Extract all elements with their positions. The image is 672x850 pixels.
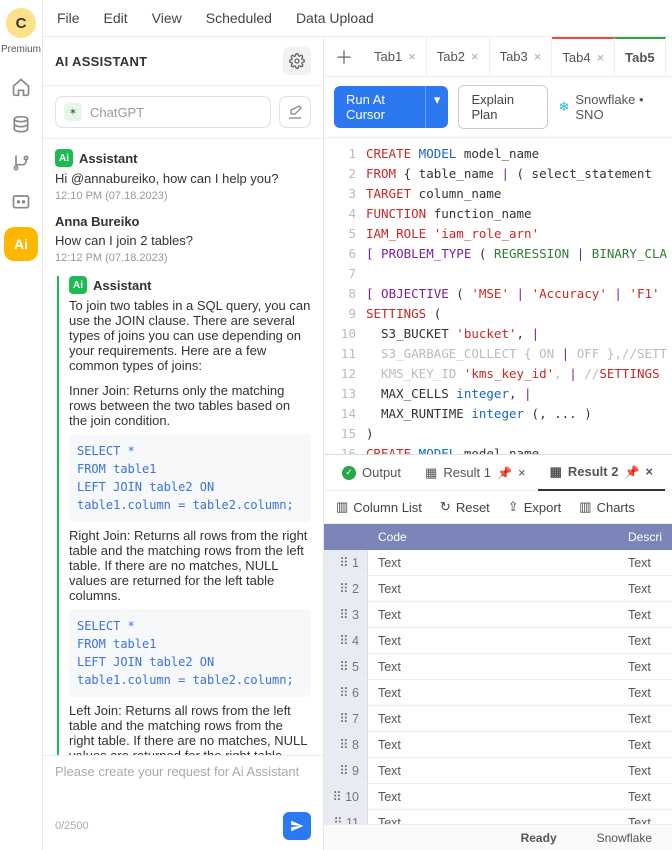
reset-button[interactable]: ↻ Reset xyxy=(440,499,490,515)
close-icon[interactable]: × xyxy=(471,49,479,64)
message-author: Assistant xyxy=(79,151,138,166)
table-row[interactable]: ⠿ 4TextText xyxy=(324,628,672,654)
code-editor[interactable]: 1CREATE MODEL model_name2FROM { table_na… xyxy=(324,138,672,454)
table-row[interactable]: ⠿ 1TextText xyxy=(324,550,672,576)
tab-1[interactable]: Tab1× xyxy=(364,37,427,77)
left-rail: C Premium Ai xyxy=(0,0,43,850)
message-text: To join two tables in a SQL query, you c… xyxy=(69,298,311,373)
results-panel: ✓Output ▦Result 1📌× ▦Result 2📌× ▥ Column… xyxy=(324,454,672,824)
chatgpt-icon: ✶ xyxy=(64,103,82,121)
column-header-descr[interactable]: Descri xyxy=(618,530,672,544)
table-row[interactable]: ⠿ 6TextText xyxy=(324,680,672,706)
code-block: SELECT * FROM table1 LEFT JOIN table2 ON… xyxy=(69,609,311,697)
editor-pane: ＋ Tab1× Tab2× Tab3× Tab4× Tab5 Run At Cu… xyxy=(324,37,672,850)
close-icon[interactable]: × xyxy=(597,50,605,65)
editor-tabs: ＋ Tab1× Tab2× Tab3× Tab4× Tab5 xyxy=(324,37,672,77)
message-author: Anna Bureiko xyxy=(55,214,140,229)
column-header-code[interactable]: Code xyxy=(368,530,618,544)
new-tab-button[interactable]: ＋ xyxy=(324,44,364,70)
export-button[interactable]: ⇪ Export xyxy=(508,499,561,515)
assistant-title: AI ASSISTANT xyxy=(55,54,147,69)
table-row[interactable]: ⠿ 3TextText xyxy=(324,602,672,628)
branch-icon[interactable] xyxy=(9,151,33,175)
column-list-button[interactable]: ▥ Column List xyxy=(336,499,422,515)
tab-3[interactable]: Tab3× xyxy=(490,37,553,77)
result-2-tab[interactable]: ▦Result 2📌× xyxy=(538,455,665,491)
database-icon[interactable] xyxy=(9,113,33,137)
menu-file[interactable]: File xyxy=(57,10,80,26)
run-dropdown-button[interactable]: ▾ xyxy=(425,86,449,128)
results-grid[interactable]: Code Descri ⠿ 1TextText⠿ 2TextText⠿ 3Tex… xyxy=(324,524,672,824)
chat-input[interactable]: Please create your request for Ai Assist… xyxy=(55,764,311,800)
assistant-pane: AI ASSISTANT ✶ ChatGPT Ai Assistant Hi @a… xyxy=(43,37,324,850)
table-row[interactable]: ⠿ 7TextText xyxy=(324,706,672,732)
status-bar: Ready Snowflake xyxy=(324,824,672,850)
app-logo: C xyxy=(6,8,36,38)
charts-button[interactable]: ▥ Charts xyxy=(579,499,635,515)
send-button[interactable] xyxy=(283,812,311,840)
explain-plan-button[interactable]: Explain Plan xyxy=(458,85,548,129)
provider-label: ChatGPT xyxy=(90,105,144,120)
ai-badge-icon: Ai xyxy=(55,149,73,167)
provider-select[interactable]: ✶ ChatGPT xyxy=(55,96,271,128)
close-icon[interactable]: × xyxy=(645,464,653,479)
pin-icon[interactable]: 📌 xyxy=(497,466,512,480)
ai-badge-icon: Ai xyxy=(69,276,87,294)
message-text: How can I join 2 tables? xyxy=(55,233,311,248)
menu-scheduled[interactable]: Scheduled xyxy=(206,10,272,26)
chat-scroll[interactable]: Ai Assistant Hi @annabureiko, how can I h… xyxy=(43,139,323,755)
result-1-tab[interactable]: ▦Result 1📌× xyxy=(413,455,538,491)
message-timestamp: 12:12 PM (07.18.2023) xyxy=(55,252,311,264)
pin-icon[interactable]: 📌 xyxy=(624,465,639,479)
table-row[interactable]: ⠿ 8TextText xyxy=(324,732,672,758)
table-row[interactable]: ⠿ 10TextText xyxy=(324,784,672,810)
message-text: Hi @annabureiko, how can I help you? xyxy=(55,171,311,186)
code-block: SELECT * FROM table1 LEFT JOIN table2 ON… xyxy=(69,434,311,522)
gear-icon[interactable] xyxy=(283,47,311,75)
menubar: File Edit View Scheduled Data Upload xyxy=(43,0,672,37)
menu-data-upload[interactable]: Data Upload xyxy=(296,10,374,26)
tab-4[interactable]: Tab4× xyxy=(552,37,615,77)
connection-indicator[interactable]: ❄Snowflake • SNO xyxy=(558,92,662,122)
run-button[interactable]: Run At Cursor xyxy=(334,86,425,128)
table-row[interactable]: ⠿ 9TextText xyxy=(324,758,672,784)
tab-2[interactable]: Tab2× xyxy=(427,37,490,77)
ai-panel-icon[interactable] xyxy=(9,189,33,213)
output-tab[interactable]: ✓Output xyxy=(330,455,413,491)
grid-icon: ▦ xyxy=(550,464,562,480)
clear-chat-icon[interactable] xyxy=(279,96,311,128)
premium-label: Premium xyxy=(1,44,41,55)
close-icon[interactable]: × xyxy=(408,49,416,64)
status-connection: Snowflake xyxy=(597,831,652,845)
message-text: Inner Join: Returns only the matching ro… xyxy=(69,383,311,428)
table-row[interactable]: ⠿ 2TextText xyxy=(324,576,672,602)
snowflake-icon: ❄ xyxy=(558,99,569,115)
table-row[interactable]: ⠿ 11TextText xyxy=(324,810,672,824)
grid-icon: ▦ xyxy=(425,465,437,481)
table-row[interactable]: ⠿ 5TextText xyxy=(324,654,672,680)
status-ready: Ready xyxy=(521,831,557,845)
message-author: Assistant xyxy=(93,278,152,293)
close-icon[interactable]: × xyxy=(534,49,542,64)
tab-5[interactable]: Tab5 xyxy=(615,37,665,77)
char-counter: 0/2500 xyxy=(55,820,89,832)
menu-view[interactable]: View xyxy=(152,10,182,26)
menu-edit[interactable]: Edit xyxy=(104,10,128,26)
message-text: Right Join: Returns all rows from the ri… xyxy=(69,528,311,603)
editor-toolbar: Run At Cursor ▾ Explain Plan ❄Snowflake … xyxy=(324,77,672,138)
home-icon[interactable] xyxy=(9,75,33,99)
message-timestamp: 12:10 PM (07.18.2023) xyxy=(55,190,311,202)
check-icon: ✓ xyxy=(342,466,356,480)
close-icon[interactable]: × xyxy=(518,465,526,480)
message-text: Left Join: Returns all rows from the lef… xyxy=(69,703,311,755)
ai-assistant-button[interactable]: Ai xyxy=(4,227,38,261)
